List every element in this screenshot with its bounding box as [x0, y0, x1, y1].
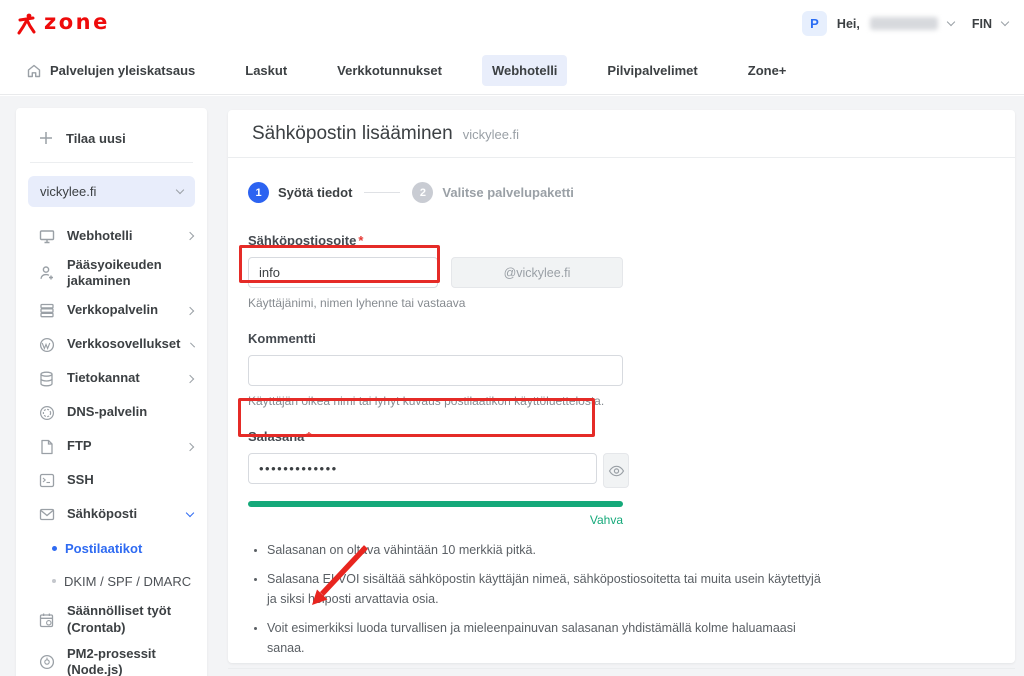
- sidebar-item-pm2[interactable]: PM2-prosessit (Node.js): [16, 642, 207, 676]
- dns-icon: [38, 405, 55, 421]
- email-field-group: Sähköpostiosoite* @vickylee.fi Käyttäjän…: [248, 233, 995, 310]
- domain-selector[interactable]: vickylee.fi: [28, 176, 195, 207]
- password-input[interactable]: [248, 453, 597, 484]
- sidebar-item-databases[interactable]: Tietokannat: [16, 362, 207, 396]
- nav-label: Laskut: [245, 63, 287, 78]
- sidebar-subitem-dkim[interactable]: DKIM / SPF / DMARC: [16, 565, 207, 598]
- chevron-down-icon[interactable]: [1001, 18, 1009, 26]
- chevron-down-icon[interactable]: [947, 18, 955, 26]
- sidebar-item-webhotelli[interactable]: Webhotelli: [16, 219, 207, 253]
- chevron-right-icon: [186, 374, 194, 382]
- server-icon: [38, 303, 55, 318]
- runner-icon: [16, 12, 38, 36]
- step-1-label: Syötä tiedot: [278, 185, 352, 200]
- nav-item-webhosting[interactable]: Webhotelli: [482, 55, 567, 86]
- password-strength: Vahva: [248, 501, 623, 527]
- chevron-down-icon: [186, 509, 194, 517]
- nav-label: Palvelujen yleiskatsaus: [50, 63, 195, 78]
- password-rules-list: Salasanan on oltava vähintään 10 merkkiä…: [248, 541, 833, 658]
- email-local-part-input[interactable]: [248, 257, 438, 288]
- order-new-button[interactable]: Tilaa uusi: [16, 126, 207, 162]
- zone-logo[interactable]: zone: [16, 12, 110, 36]
- comment-field-label: Kommentti: [248, 331, 995, 346]
- user-name-redacted: [870, 17, 938, 30]
- bullet-icon: [52, 579, 56, 583]
- toggle-password-visibility-button[interactable]: [603, 453, 629, 488]
- monitor-icon: [38, 229, 55, 244]
- nav-label: Pilvipalvelimet: [607, 63, 697, 78]
- password-strength-label: Vahva: [248, 513, 623, 527]
- nav-item-zoneplus[interactable]: Zone+: [738, 55, 797, 86]
- sidebar-subitem-mailboxes[interactable]: Postilaatikot: [16, 532, 207, 565]
- password-rule: Salasanan on oltava vähintään 10 merkkiä…: [267, 541, 833, 560]
- plus-icon: [38, 130, 54, 146]
- nav-label: Webhotelli: [492, 63, 557, 78]
- file-icon: [38, 439, 55, 455]
- sidebar-item-webserver[interactable]: Verkkopalvelin: [16, 294, 207, 328]
- sidebar-item-crontab[interactable]: Säännölliset työt (Crontab): [16, 598, 207, 642]
- calendar-icon: [38, 612, 55, 628]
- sidebar-item-ftp[interactable]: FTP: [16, 430, 207, 464]
- password-field-group: Salasana* Vahva: [248, 429, 995, 658]
- main-nav: Palvelujen yleiskatsaus Laskut Verkkotun…: [0, 47, 1024, 95]
- sidebar-item-ssh[interactable]: SSH: [16, 464, 207, 498]
- step-1-number: 1: [248, 182, 269, 203]
- process-icon: [38, 654, 55, 670]
- sidebar-item-email[interactable]: Sähköposti: [16, 498, 207, 532]
- chevron-right-icon: [186, 306, 194, 314]
- nav-item-cloudservers[interactable]: Pilvipalvelimet: [597, 55, 707, 86]
- sidebar-item-dns[interactable]: DNS-palvelin: [16, 396, 207, 430]
- domain-selector-value: vickylee.fi: [40, 184, 96, 199]
- email-add-panel: Sähköpostin lisääminen vickylee.fi 1 Syö…: [228, 110, 1015, 663]
- database-icon: [38, 371, 55, 387]
- chevron-right-icon: [186, 232, 194, 240]
- home-icon: [26, 63, 42, 79]
- page-background: Tilaa uusi vickylee.fi Webhotelli: [0, 96, 1024, 676]
- email-helper-text: Käyttäjänimi, nimen lyhenne tai vastaava: [248, 296, 995, 310]
- user-avatar[interactable]: P: [802, 11, 827, 36]
- step-2-label: Valitse palvelupaketti: [442, 185, 574, 200]
- sidebar-item-access-sharing[interactable]: Pääsyoikeuden jakaminen: [16, 253, 207, 294]
- envelope-icon: [38, 508, 55, 521]
- step-1: 1 Syötä tiedot: [248, 182, 352, 203]
- language-selector[interactable]: FIN: [972, 17, 992, 31]
- sidebar-item-webapps[interactable]: Verkkosovellukset: [16, 328, 207, 362]
- chevron-right-icon: [186, 442, 194, 450]
- password-strength-bar: [248, 501, 623, 507]
- comment-input[interactable]: [248, 355, 623, 386]
- bullet-icon: [52, 546, 57, 551]
- page-subtitle-domain: vickylee.fi: [463, 127, 519, 142]
- chevron-down-icon: [176, 186, 184, 194]
- nav-label: Zone+: [748, 63, 787, 78]
- email-field-label: Sähköpostiosoite*: [248, 233, 995, 248]
- nav-item-domains[interactable]: Verkkotunnukset: [327, 55, 452, 86]
- chevron-right-icon: [190, 342, 195, 347]
- terminal-icon: [38, 473, 55, 488]
- wordpress-icon: [38, 337, 55, 353]
- eye-icon: [608, 465, 625, 477]
- comment-field-group: Kommentti Käyttäjän oikea nimi tai lyhyt…: [248, 331, 995, 408]
- nav-item-invoices[interactable]: Laskut: [235, 55, 297, 86]
- top-header: zone P Hei, FIN: [0, 0, 1024, 47]
- password-rule: Salasana EI VOI sisältää sähköpostin käy…: [267, 570, 833, 609]
- user-plus-icon: [38, 265, 55, 281]
- brand-wordmark: zone: [44, 12, 110, 33]
- step-2: 2 Valitse palvelupaketti: [412, 182, 574, 203]
- nav-label: Verkkotunnukset: [337, 63, 442, 78]
- password-rule: Voit esimerkiksi luoda turvallisen ja mi…: [267, 619, 833, 658]
- required-asterisk: *: [358, 233, 363, 248]
- sidebar: Tilaa uusi vickylee.fi Webhotelli: [16, 108, 207, 676]
- page-title: Sähköpostin lisääminen: [252, 123, 453, 145]
- order-new-label: Tilaa uusi: [66, 131, 126, 146]
- nav-item-overview[interactable]: Palvelujen yleiskatsaus: [16, 55, 205, 87]
- user-greeting: Hei,: [837, 17, 860, 31]
- step-connector: [364, 192, 400, 193]
- password-field-label: Salasana*: [248, 429, 995, 444]
- step-2-number: 2: [412, 182, 433, 203]
- divider: [30, 162, 193, 163]
- wizard-steps: 1 Syötä tiedot 2 Valitse palvelupaketti: [248, 182, 995, 203]
- required-asterisk: *: [306, 429, 311, 444]
- email-domain-suffix: @vickylee.fi: [451, 257, 623, 288]
- comment-helper-text: Käyttäjän oikea nimi tai lyhyt kuvaus po…: [248, 394, 995, 408]
